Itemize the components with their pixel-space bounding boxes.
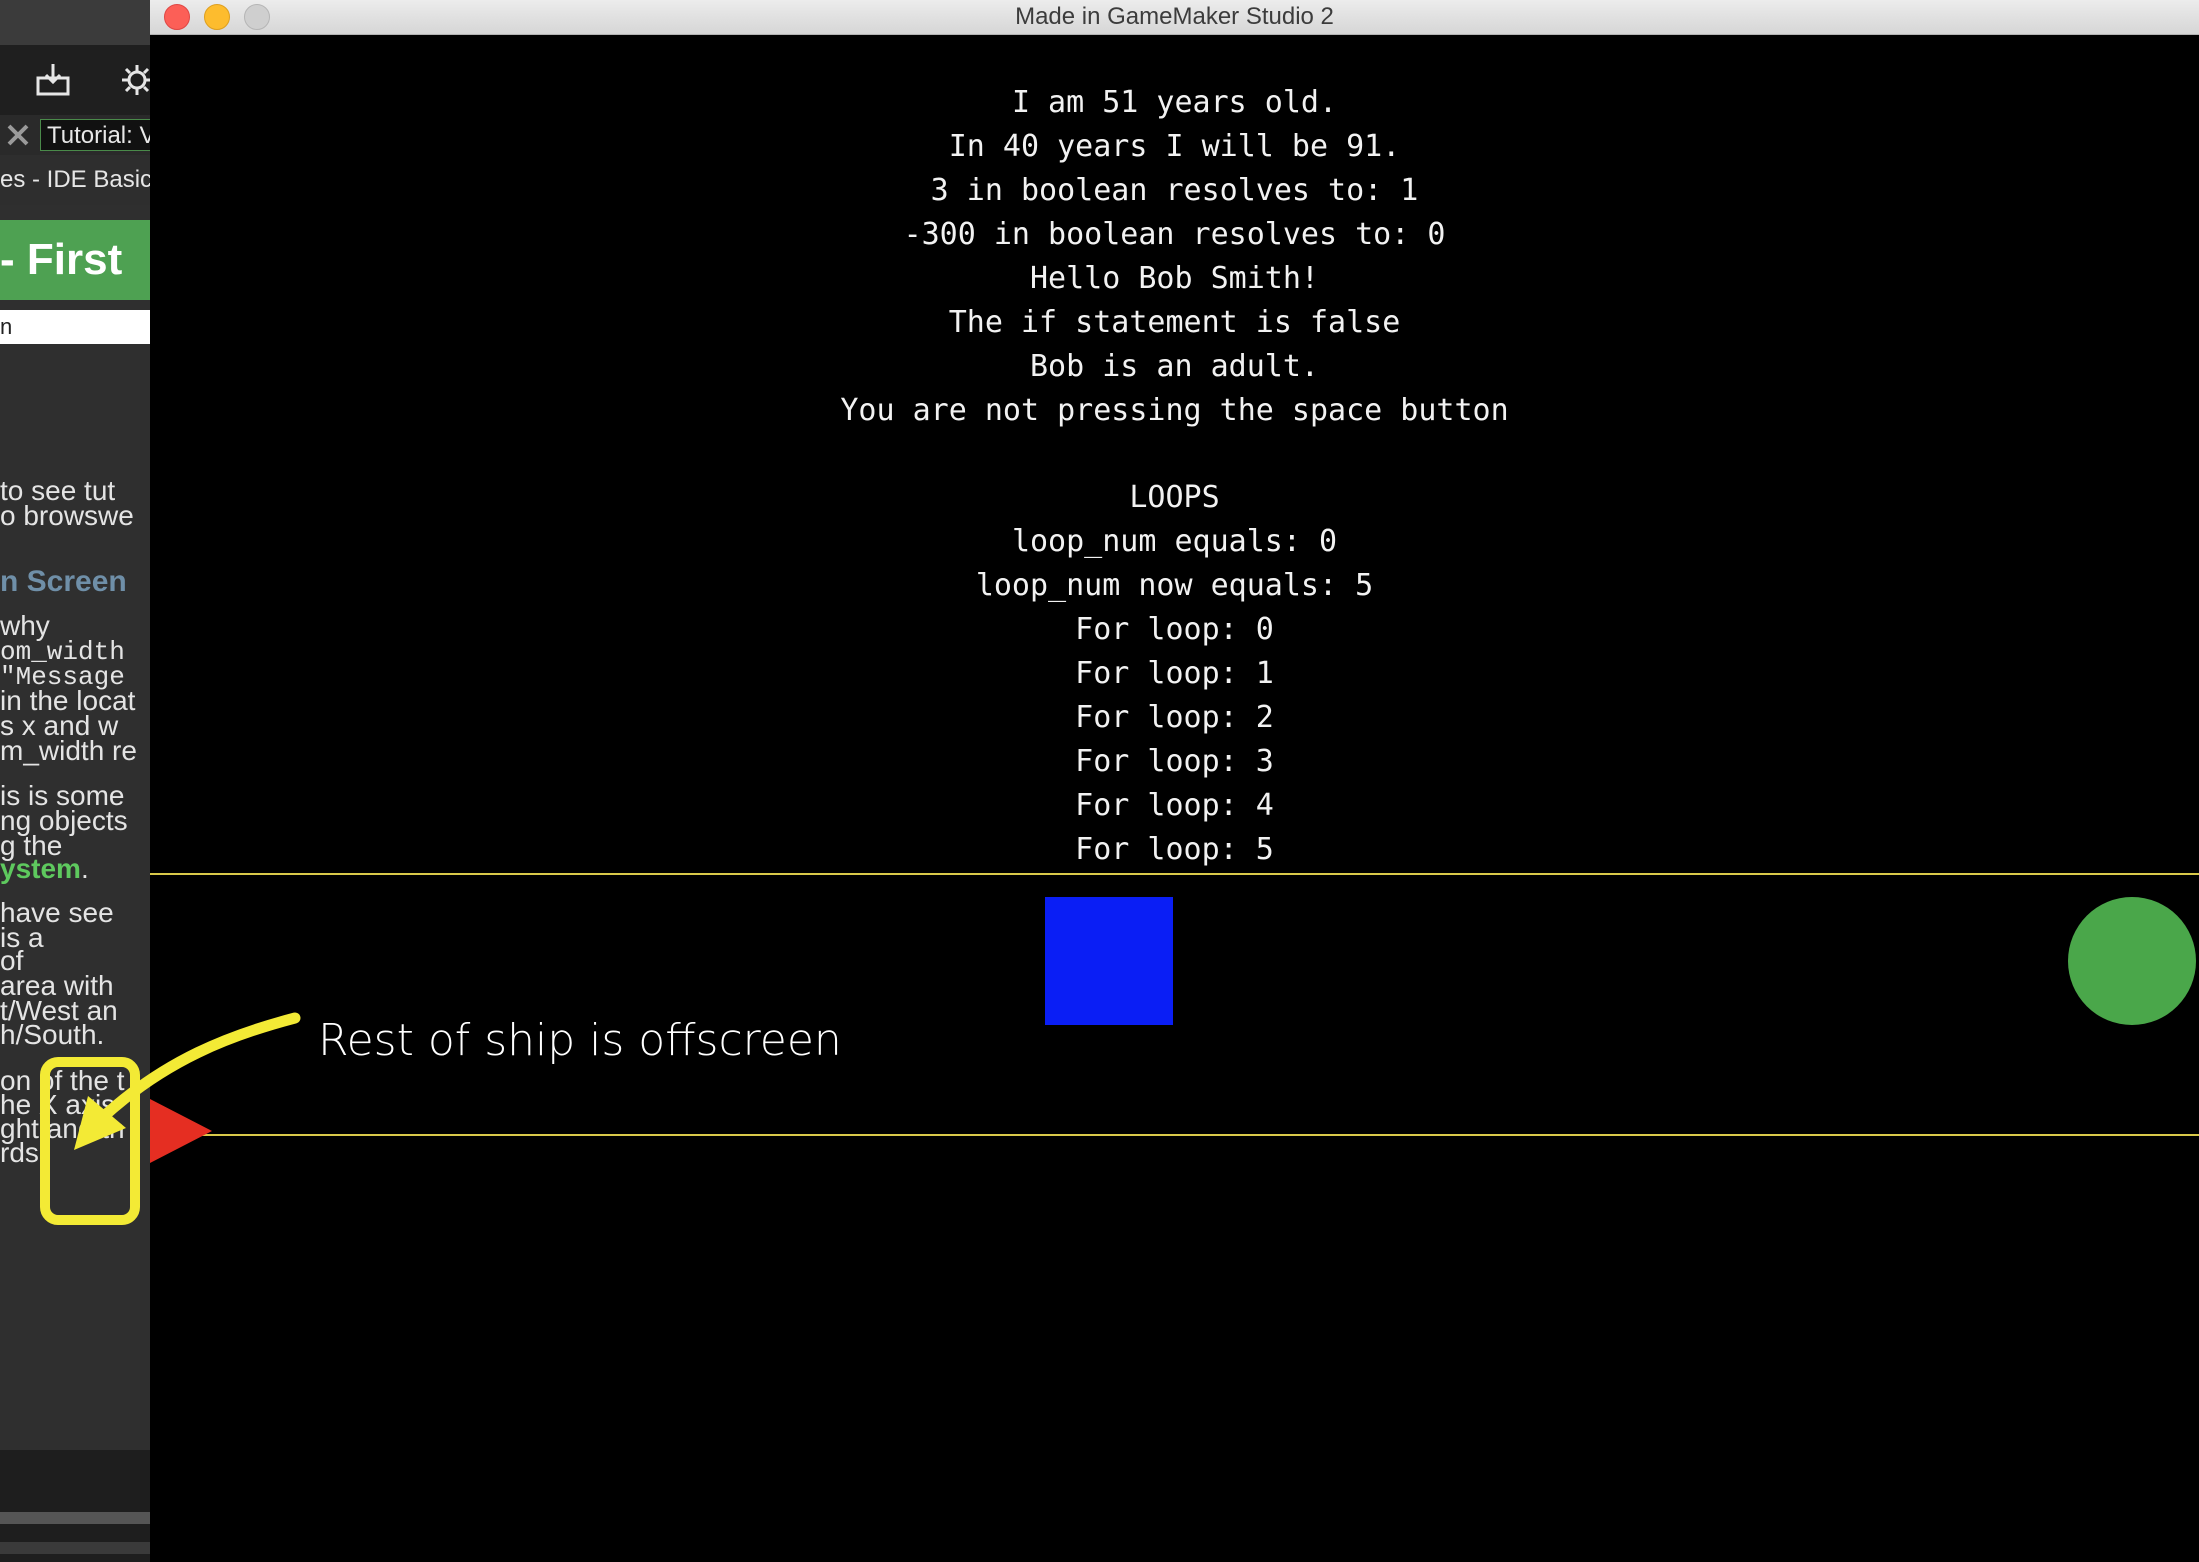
output-line: In 40 years I will be 91. — [948, 129, 1401, 164]
output-line: For loop: 2 — [1075, 700, 1274, 735]
output-line: For loop: 3 — [1075, 744, 1274, 779]
doc-link-line[interactable]: ystem. — [0, 853, 89, 885]
output-line: For loop: 5 — [1075, 832, 1274, 867]
blue-square-object — [1045, 897, 1173, 1025]
search-input[interactable]: n — [0, 310, 150, 344]
game-window: Made in GameMaker Studio 2 I am 51 years… — [150, 0, 2199, 1562]
ide-status-area — [0, 1450, 150, 1562]
output-line: For loop: 4 — [1075, 788, 1274, 823]
output-line: For loop: 1 — [1075, 656, 1274, 691]
save-button[interactable] — [28, 55, 78, 105]
doc-link[interactable]: ystem — [0, 853, 81, 884]
output-line: I am 51 years old. — [1011, 85, 1338, 120]
output-line: Bob is an adult. — [1030, 349, 1319, 384]
window-title: Made in GameMaker Studio 2 — [1015, 3, 1334, 30]
lower-boundary-line — [150, 1134, 2199, 1136]
zoom-window-button[interactable] — [244, 4, 270, 30]
game-options-button[interactable] — [112, 55, 150, 105]
ide-panel: Tutorial: V es - IDE Basics - First n to… — [0, 0, 150, 1562]
game-canvas[interactable]: I am 51 years old. In 40 years I will be… — [150, 35, 2199, 1562]
window-titlebar[interactable]: Made in GameMaker Studio 2 — [150, 0, 2199, 35]
output-line: Hello Bob Smith! — [1030, 261, 1319, 296]
output-line: You are not pressing the space button — [840, 393, 1509, 428]
ide-tab-bar: Tutorial: V — [0, 115, 150, 155]
gear-icon — [122, 65, 150, 95]
doc-text-line: o browswe — [0, 500, 134, 531]
loops-heading: LOOPS — [1129, 480, 1220, 515]
doc-body: to see tut o browswe n Screen why om_wid… — [0, 375, 150, 1445]
close-window-button[interactable] — [164, 4, 190, 30]
output-line: loop_num now equals: 5 — [975, 568, 1374, 603]
annotation-arrow-icon — [74, 1012, 301, 1150]
minimize-window-button[interactable] — [204, 4, 230, 30]
tutorial-document: - First n to see tut o browswe n Screen … — [0, 205, 150, 1450]
close-icon[interactable] — [4, 121, 32, 149]
breadcrumb: es - IDE Basics — [0, 155, 150, 205]
output-line: -300 in boolean resolves to: 0 — [903, 217, 1446, 252]
green-circle-object — [2068, 897, 2196, 1025]
output-line: 3 in boolean resolves to: 1 — [930, 173, 1419, 208]
upper-boundary-line — [150, 873, 2199, 875]
doc-title: - First — [0, 220, 150, 300]
ide-toolbar — [0, 45, 150, 115]
divider — [0, 1542, 150, 1554]
tab-tutorial[interactable]: Tutorial: V — [40, 119, 150, 151]
output-line: The if statement is false — [948, 305, 1401, 340]
output-line: loop_num equals: 0 — [1011, 524, 1338, 559]
doc-text-line: m_width re — [0, 735, 137, 766]
doc-section-heading: n Screen — [0, 565, 127, 598]
output-line: For loop: 0 — [1075, 612, 1274, 647]
annotation-label: Rest of ship is offscreen — [318, 1015, 842, 1066]
save-icon — [36, 64, 70, 96]
horizontal-scrollbar[interactable] — [0, 1512, 150, 1524]
